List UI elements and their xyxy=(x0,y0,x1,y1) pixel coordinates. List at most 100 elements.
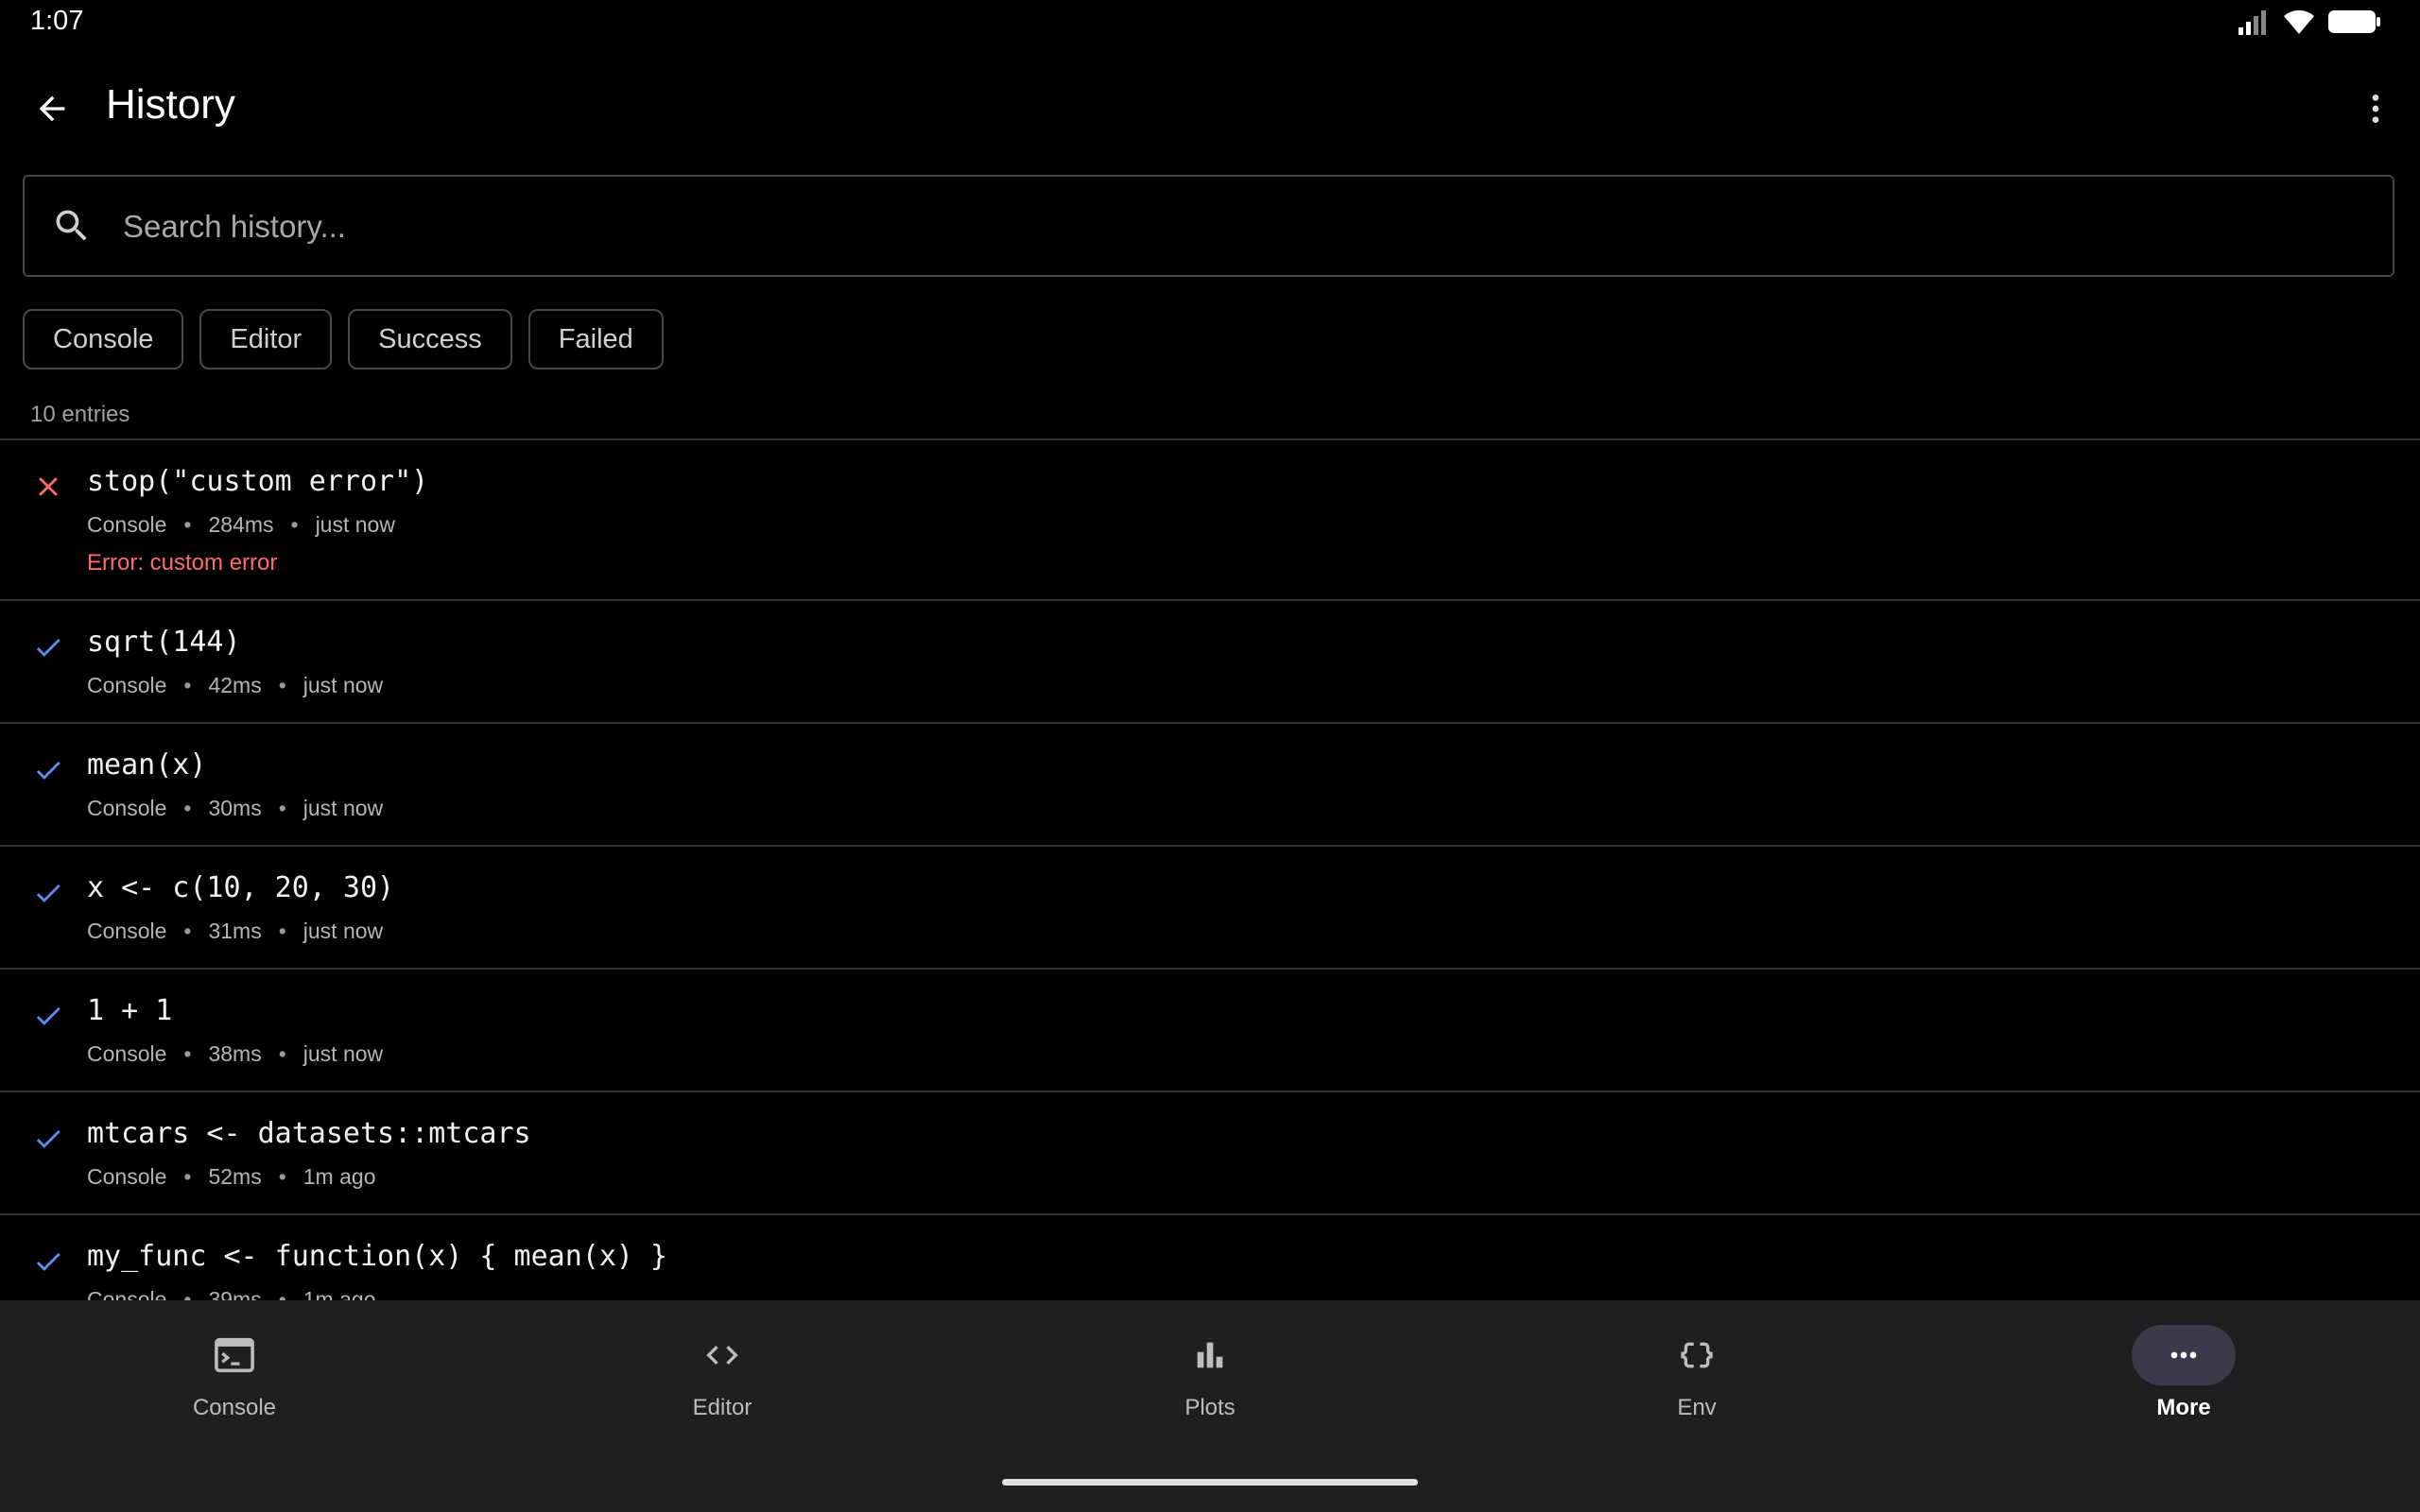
history-source: Console xyxy=(87,1041,167,1066)
separator-dot: • xyxy=(183,1164,192,1189)
history-meta: Console • 30ms • just now xyxy=(87,796,383,821)
history-duration: 30ms xyxy=(208,796,262,820)
search-input[interactable] xyxy=(121,177,2375,277)
history-meta: Console • 52ms • 1m ago xyxy=(87,1164,375,1190)
history-row[interactable]: stop("custom error") Console • 284ms • jus… xyxy=(0,438,2420,599)
history-code: sqrt(144) xyxy=(87,626,241,659)
nav-editor[interactable]: Editor xyxy=(609,1325,836,1421)
nav-plots[interactable]: Plots xyxy=(1097,1325,1323,1421)
history-source: Console xyxy=(87,796,167,820)
history-meta: Console • 284ms • just now xyxy=(87,512,395,538)
error-x-icon xyxy=(39,477,58,496)
history-time: just now xyxy=(315,512,395,537)
filter-chips: Console Editor Success Failed xyxy=(23,309,664,369)
separator-dot: • xyxy=(278,1287,286,1300)
separator-dot: • xyxy=(183,1041,192,1066)
wifi-icon xyxy=(2284,9,2314,34)
history-code: x <- c(10, 20, 30) xyxy=(87,871,395,904)
history-code: 1 + 1 xyxy=(87,994,173,1027)
status-bar: 1:07 xyxy=(0,0,2420,45)
filter-chip-failed[interactable]: Failed xyxy=(527,309,664,369)
separator-dot: • xyxy=(278,919,286,943)
separator-dot: • xyxy=(183,673,192,697)
nav-icon-pill xyxy=(1645,1325,1749,1385)
history-time: 1m ago xyxy=(302,1287,376,1300)
page-title: History xyxy=(106,81,235,128)
nav-label: Plots xyxy=(1184,1395,1236,1420)
separator-dot: • xyxy=(183,512,192,537)
history-error: Error: custom error xyxy=(87,550,278,576)
history-meta: Console • 39ms • 1m ago xyxy=(87,1287,375,1300)
history-source: Console xyxy=(87,919,167,943)
nav-icon-pill xyxy=(670,1325,774,1385)
filter-chip-success[interactable]: Success xyxy=(348,309,512,369)
history-source: Console xyxy=(87,1164,167,1189)
search-box xyxy=(23,175,2394,277)
history-duration: 52ms xyxy=(208,1164,262,1189)
check-icon xyxy=(36,638,60,657)
history-source: Console xyxy=(87,673,167,697)
nav-label: Editor xyxy=(692,1395,752,1420)
check-icon xyxy=(36,1252,60,1271)
history-source: Console xyxy=(87,512,167,537)
history-meta: Console • 38ms • just now xyxy=(87,1041,383,1067)
overflow-menu-button[interactable] xyxy=(2344,77,2407,140)
separator-dot: • xyxy=(278,673,286,697)
history-time: just now xyxy=(302,796,384,820)
data-object-icon xyxy=(1681,1342,1713,1368)
entry-count: 10 entries xyxy=(30,402,130,427)
filter-chip-console[interactable]: Console xyxy=(23,309,184,369)
status-time: 1:07 xyxy=(30,6,84,36)
separator-dot: • xyxy=(290,512,299,537)
signal-icon xyxy=(2238,10,2266,35)
history-meta: Console • 31ms • just now xyxy=(87,919,383,944)
nav-env[interactable]: Env xyxy=(1583,1325,1810,1421)
back-button[interactable] xyxy=(21,77,83,140)
battery-icon xyxy=(2328,10,2380,33)
nav-icon-pill-active xyxy=(2132,1325,2236,1385)
history-time: just now xyxy=(302,919,384,943)
history-duration: 31ms xyxy=(208,919,262,943)
nav-label: Console xyxy=(192,1395,277,1420)
history-code: stop("custom error") xyxy=(87,465,429,498)
history-time: just now xyxy=(302,673,384,697)
nav-icon-pill xyxy=(1158,1325,1262,1385)
history-duration: 39ms xyxy=(208,1287,262,1300)
separator-dot: • xyxy=(278,1041,286,1066)
history-row[interactable]: my_func <- function(x) { mean(x) } Conso… xyxy=(0,1213,2420,1300)
history-source: Console xyxy=(87,1287,167,1300)
check-icon xyxy=(36,1006,60,1025)
check-icon xyxy=(36,1129,60,1148)
separator-dot: • xyxy=(183,796,192,820)
history-code: my_func <- function(x) { mean(x) } xyxy=(87,1240,668,1273)
more-horiz-icon xyxy=(2170,1351,2197,1359)
history-time: just now xyxy=(302,1041,384,1066)
history-duration: 38ms xyxy=(208,1041,262,1066)
status-icons xyxy=(2237,8,2382,36)
history-meta: Console • 42ms • just now xyxy=(87,673,383,698)
history-row[interactable]: mean(x) Console • 30ms • just now xyxy=(0,722,2420,845)
home-indicator[interactable] xyxy=(1002,1479,1418,1486)
separator-dot: • xyxy=(183,919,192,943)
check-icon xyxy=(36,761,60,780)
history-row[interactable]: mtcars <- datasets::mtcars Console • 52ms… xyxy=(0,1091,2420,1213)
history-duration: 284ms xyxy=(208,512,274,537)
history-time: 1m ago xyxy=(302,1164,376,1189)
nav-label: Env xyxy=(1677,1395,1717,1420)
history-list: stop("custom error") Console • 284ms • jus… xyxy=(0,438,2420,1300)
history-row[interactable]: 1 + 1 Console • 38ms • just now xyxy=(0,968,2420,1091)
history-code: mtcars <- datasets::mtcars xyxy=(87,1117,531,1150)
code-icon xyxy=(706,1346,738,1365)
arrow-back-icon xyxy=(39,95,65,122)
nav-more[interactable]: More xyxy=(2070,1325,2297,1421)
nav-console[interactable]: Console xyxy=(121,1325,348,1421)
filter-chip-editor[interactable]: Editor xyxy=(199,309,333,369)
history-row[interactable]: x <- c(10, 20, 30) Console • 31ms • just n… xyxy=(0,845,2420,968)
history-row[interactable]: sqrt(144) Console • 42ms • just now xyxy=(0,599,2420,722)
more-vert-icon xyxy=(2372,94,2379,123)
app-bar: History xyxy=(0,57,2420,155)
check-icon xyxy=(36,884,60,902)
separator-dot: • xyxy=(278,1164,286,1189)
terminal-icon xyxy=(215,1337,254,1373)
separator-dot: • xyxy=(183,1287,192,1300)
